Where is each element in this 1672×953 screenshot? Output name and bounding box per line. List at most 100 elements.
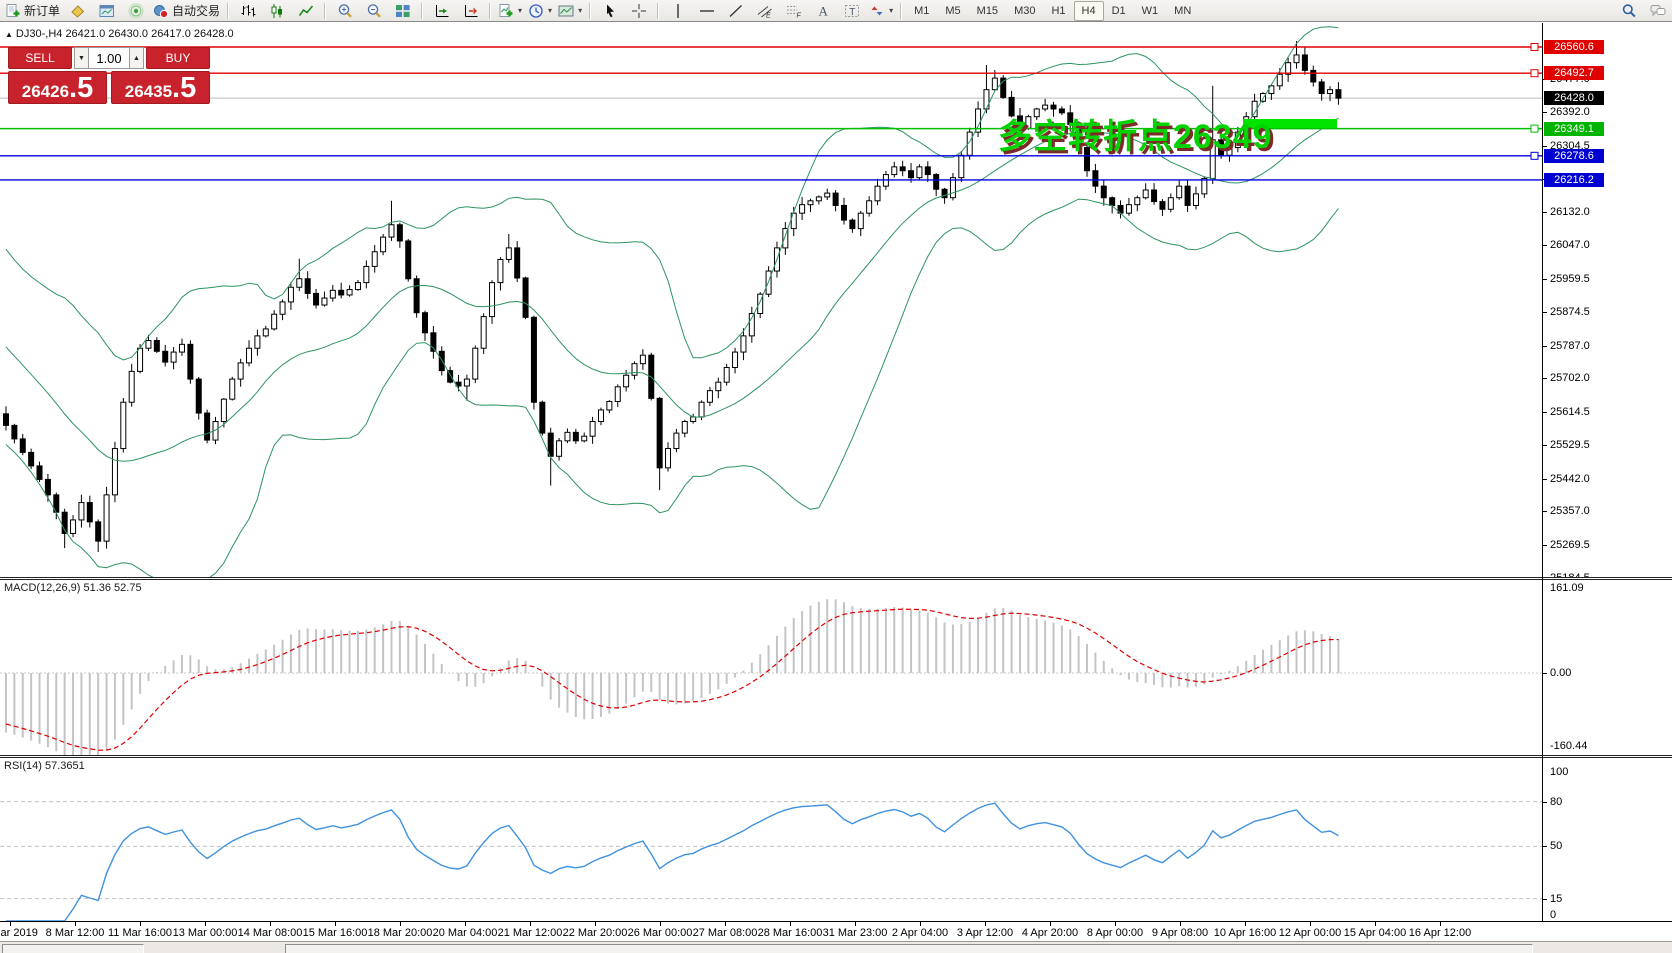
time-tick bbox=[1050, 922, 1051, 926]
time-tick-label: 15 Apr 04:00 bbox=[1344, 927, 1406, 939]
chart-annotation-text[interactable]: 多空转折点26349 bbox=[998, 109, 1273, 158]
text-label-button[interactable]: T bbox=[837, 0, 866, 22]
equidistant-channel-button[interactable]: E bbox=[750, 0, 779, 22]
timeframe-d1[interactable]: D1 bbox=[1104, 1, 1134, 21]
timeframe-m5[interactable]: M5 bbox=[937, 1, 968, 21]
label-icon: T bbox=[844, 3, 860, 19]
rsi-tick-label: 50 bbox=[1550, 840, 1562, 852]
sell-price-button[interactable]: 26426.5 bbox=[8, 71, 107, 104]
chart-window-icon bbox=[99, 3, 115, 19]
line-handle[interactable] bbox=[1531, 70, 1538, 77]
zoom-out-button[interactable] bbox=[359, 0, 388, 22]
time-tick bbox=[530, 922, 531, 926]
dropdown-caret-icon[interactable]: ▾ bbox=[518, 6, 522, 15]
timeframe-h4[interactable]: H4 bbox=[1074, 1, 1104, 21]
fibonacci-button[interactable]: F bbox=[779, 0, 808, 22]
svg-text:T: T bbox=[849, 6, 855, 17]
cursor-icon bbox=[602, 3, 618, 19]
buy-price-button[interactable]: 26435.5 bbox=[111, 71, 210, 104]
time-tick bbox=[855, 922, 856, 926]
timeframe-h1[interactable]: H1 bbox=[1043, 1, 1073, 21]
search-button[interactable] bbox=[1614, 0, 1643, 22]
templates-button[interactable]: ▾ bbox=[555, 0, 585, 22]
vertical-line-button[interactable] bbox=[663, 0, 692, 22]
new-order-button[interactable]: 新订单 bbox=[2, 0, 63, 22]
timeframe-w1[interactable]: W1 bbox=[1134, 1, 1167, 21]
axis-tick bbox=[1543, 312, 1547, 313]
dropdown-caret-icon[interactable]: ▾ bbox=[578, 6, 582, 15]
time-tick-label: 27 Mar 08:00 bbox=[693, 927, 758, 939]
market-watch-button[interactable] bbox=[63, 0, 92, 22]
new-order-icon bbox=[5, 3, 21, 19]
volume-field[interactable]: 1.00 bbox=[89, 47, 129, 69]
time-tick bbox=[335, 922, 336, 926]
macd-histogram bbox=[6, 599, 1338, 755]
line-handle[interactable] bbox=[1531, 44, 1538, 51]
price-tag: 26278.6 bbox=[1544, 149, 1604, 163]
sell-button[interactable]: SELL bbox=[8, 47, 72, 69]
price-tick-label: 25959.5 bbox=[1550, 273, 1590, 285]
axis-tick bbox=[1543, 899, 1547, 900]
volume-decrease-button[interactable]: ▼ bbox=[74, 47, 89, 69]
price-tick-label: 26392.0 bbox=[1550, 106, 1590, 118]
time-axis[interactable]: 7 Mar 20198 Mar 12:0011 Mar 16:0013 Mar … bbox=[0, 921, 1672, 941]
zoom-in-button[interactable] bbox=[330, 0, 359, 22]
rsi-axis: 1008050150 bbox=[1543, 758, 1672, 921]
tile-windows-button[interactable] bbox=[388, 0, 417, 22]
hline-icon bbox=[699, 3, 715, 19]
indicators-button[interactable]: ▾ bbox=[495, 0, 525, 22]
axis-tick bbox=[1543, 146, 1547, 147]
axis-tick bbox=[1543, 673, 1547, 674]
time-tick-label: 10 Apr 16:00 bbox=[1214, 927, 1276, 939]
status-bar bbox=[0, 941, 1672, 953]
time-tick-label: 15 Mar 16:00 bbox=[303, 927, 368, 939]
time-tick bbox=[400, 922, 401, 926]
chat-button[interactable] bbox=[1643, 0, 1672, 22]
time-tick bbox=[205, 922, 206, 926]
vline-icon bbox=[670, 3, 686, 19]
main-chart-pane: ▲DJ30-,H4 26421.0 26430.0 26417.0 26428.… bbox=[0, 23, 1672, 577]
rsi-tick-label: 80 bbox=[1550, 796, 1562, 808]
dropdown-caret-icon[interactable]: ▾ bbox=[548, 6, 552, 15]
trendline-button[interactable] bbox=[721, 0, 750, 22]
line-handle[interactable] bbox=[1531, 152, 1538, 159]
buy-button[interactable]: BUY bbox=[146, 47, 210, 69]
auto-scroll-button[interactable] bbox=[427, 0, 456, 22]
axis-tick bbox=[1543, 545, 1547, 546]
volume-increase-button[interactable]: ▲ bbox=[129, 47, 144, 69]
timeframe-m30[interactable]: M30 bbox=[1006, 1, 1043, 21]
timeframe-m1[interactable]: M1 bbox=[906, 1, 937, 21]
timeframe-m15[interactable]: M15 bbox=[969, 1, 1006, 21]
timeframe-mn[interactable]: MN bbox=[1166, 1, 1199, 21]
signals-button[interactable] bbox=[121, 0, 150, 22]
chart-shift-button[interactable] bbox=[456, 0, 485, 22]
cursor-button[interactable] bbox=[595, 0, 624, 22]
collapse-arrow-icon[interactable]: ▲ bbox=[5, 30, 13, 39]
signal-icon bbox=[128, 3, 144, 19]
tile-icon bbox=[395, 3, 411, 19]
dropdown-caret-icon[interactable]: ▾ bbox=[889, 6, 893, 15]
time-tick bbox=[1245, 922, 1246, 926]
bar-chart-mode-button[interactable] bbox=[233, 0, 262, 22]
chart-window-button[interactable] bbox=[92, 0, 121, 22]
rsi-line bbox=[6, 803, 1338, 921]
quotes-icon bbox=[70, 3, 86, 19]
periods-button[interactable]: ▾ bbox=[525, 0, 555, 22]
candlestick-mode-button[interactable] bbox=[262, 0, 291, 22]
sell-price-main: 26426 bbox=[22, 82, 69, 101]
one-click-trading-panel: SELL ▼ 1.00 ▲ BUY 26426.5 26435.5 bbox=[8, 47, 210, 104]
price-tick-label: 25874.5 bbox=[1550, 306, 1590, 318]
crosshair-button[interactable] bbox=[624, 0, 653, 22]
zoom-in-icon bbox=[337, 3, 353, 19]
line-handle[interactable] bbox=[1531, 125, 1538, 132]
autotrading-button[interactable]: 自动交易 bbox=[150, 0, 223, 22]
bollinger-lower bbox=[6, 199, 1338, 577]
macd-signal-line bbox=[6, 609, 1338, 750]
price-tick-label: 25442.0 bbox=[1550, 473, 1590, 485]
text-button[interactable]: A bbox=[808, 0, 837, 22]
time-tick-label: 31 Mar 23:00 bbox=[823, 927, 888, 939]
horizontal-line-button[interactable] bbox=[692, 0, 721, 22]
line-chart-mode-button[interactable] bbox=[291, 0, 320, 22]
arrows-button[interactable]: ▾ bbox=[866, 0, 896, 22]
indicator-add-icon bbox=[498, 3, 514, 19]
